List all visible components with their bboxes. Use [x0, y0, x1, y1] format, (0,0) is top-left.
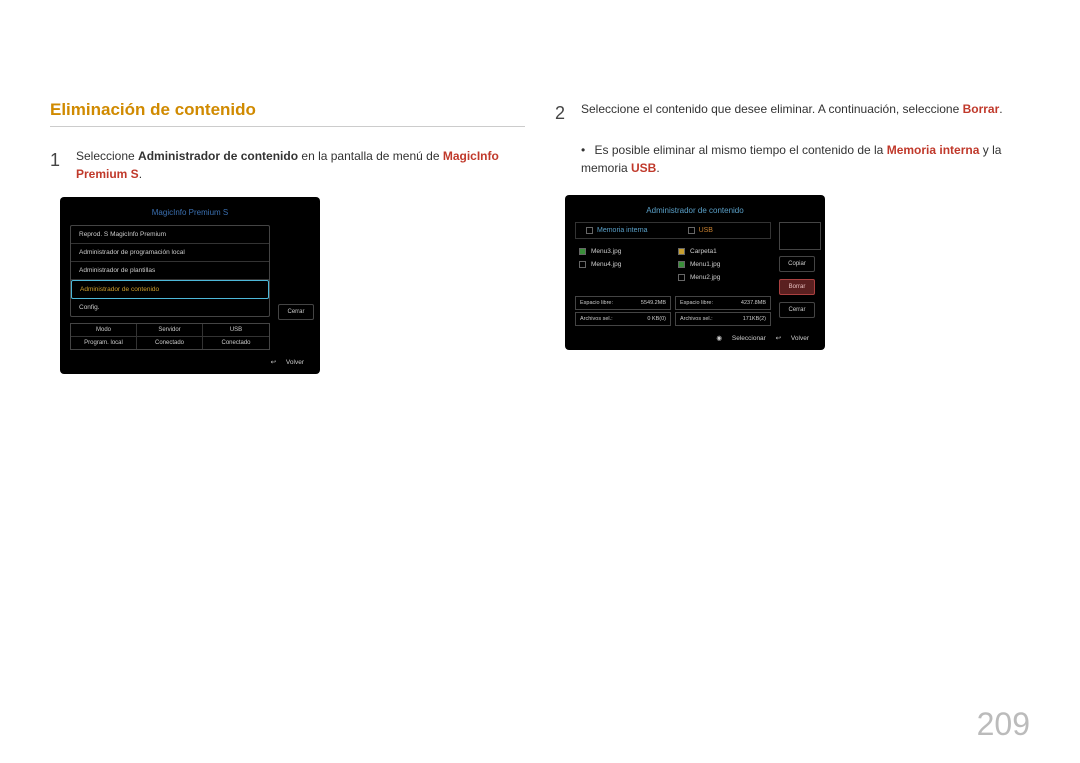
step-number: 1 — [50, 147, 64, 183]
window-title: Administrador de contenido — [571, 201, 819, 220]
screenshot-menu-magicinfo: MagicInfo Premium S Reprod. S MagicInfo … — [60, 197, 320, 374]
text: Seleccione el contenido que desee elimin… — [581, 102, 963, 116]
list-item[interactable]: Carpeta1 — [676, 245, 769, 258]
checkbox-icon — [586, 227, 593, 234]
file-name: Carpeta1 — [690, 248, 717, 255]
checkbox-icon — [688, 227, 695, 234]
copy-button[interactable]: Copiar — [779, 256, 815, 272]
menu-item[interactable]: Config. — [71, 299, 269, 316]
menu-item[interactable]: Administrador de programación local — [71, 244, 269, 262]
menu-item[interactable]: Reprod. S MagicInfo Premium — [71, 226, 269, 244]
list-item[interactable]: Menu1.jpg — [676, 258, 769, 271]
page-number: 209 — [977, 706, 1030, 743]
storage-info-row: Espacio libre:5549.2MB Espacio libre:423… — [575, 296, 771, 310]
highlight-text: USB — [631, 161, 656, 175]
status-grid: Modo Servidor USB Program. local Conecta… — [70, 323, 270, 350]
footer-bar: ◉ Seleccionar ↩ Volver — [571, 328, 819, 344]
delete-button[interactable]: Borrar — [779, 279, 815, 295]
footer-bar: ↩ Volver — [66, 352, 314, 368]
checkbox-icon — [579, 261, 586, 268]
tab-label: Memoria interna — [597, 227, 648, 234]
text: . — [999, 102, 1002, 116]
step-2-note: • Es posible eliminar al mismo tiempo el… — [581, 141, 1030, 177]
info-cell: Espacio libre:5549.2MB — [575, 296, 671, 310]
checkbox-icon — [678, 274, 685, 281]
section-heading: Eliminación de contenido — [50, 100, 525, 127]
list-item[interactable]: Menu2.jpg — [676, 271, 769, 284]
highlight-text: Borrar — [963, 102, 1000, 116]
step-2: 2 Seleccione el contenido que desee elim… — [555, 100, 1030, 127]
internal-file-list: Menu3.jpg Menu4.jpg — [577, 245, 670, 284]
text: . — [656, 161, 659, 175]
step-2-text: Seleccione el contenido que desee elimin… — [581, 100, 1003, 127]
info-cell: Archivos sel.:171KB(2) — [675, 312, 771, 326]
usb-file-list: Carpeta1 Menu1.jpg Menu2.jpg — [676, 245, 769, 284]
checkbox-checked-icon — [579, 248, 586, 255]
preview-box — [779, 222, 821, 250]
tab-internal-memory[interactable]: Memoria interna — [586, 227, 648, 234]
grid-cell: Program. local — [71, 337, 137, 349]
select-icon: ◉ — [716, 335, 722, 342]
storage-tabs: Memoria interna USB — [575, 222, 771, 239]
select-label: Seleccionar — [732, 335, 766, 342]
menu-list: Reprod. S MagicInfo Premium Administrado… — [70, 225, 270, 317]
info-cell: Archivos sel.:0 KB(0) — [575, 312, 671, 326]
info-cell: Espacio libre:4237.8MB — [675, 296, 771, 310]
grid-header: Modo — [71, 324, 137, 337]
screenshot-content-manager: Administrador de contenido Memoria inter… — [565, 195, 825, 350]
tab-usb[interactable]: USB — [688, 227, 713, 234]
tab-label: USB — [699, 227, 713, 234]
step-number: 2 — [555, 100, 569, 127]
list-item[interactable]: Menu3.jpg — [577, 245, 670, 258]
bold-text: Administrador de contenido — [138, 149, 298, 163]
list-item[interactable]: Menu4.jpg — [577, 258, 670, 271]
grid-cell: Conectado — [137, 337, 203, 349]
return-label: Volver — [791, 335, 809, 342]
file-name: Menu1.jpg — [690, 261, 720, 268]
file-name: Menu4.jpg — [591, 261, 621, 268]
return-label: Volver — [286, 359, 304, 366]
return-icon: ↩ — [271, 359, 276, 366]
close-button[interactable]: Cerrar — [779, 302, 815, 318]
file-name: Menu2.jpg — [690, 274, 720, 281]
checkbox-checked-icon — [678, 261, 685, 268]
menu-item-selected[interactable]: Administrador de contenido — [71, 280, 269, 299]
window-title: MagicInfo Premium S — [66, 203, 314, 222]
highlight-text: Memoria interna — [887, 143, 980, 157]
text: en la pantalla de menú de — [298, 149, 443, 163]
folder-icon — [678, 248, 685, 255]
grid-header: USB — [203, 324, 269, 337]
grid-cell: Conectado — [203, 337, 269, 349]
grid-header: Servidor — [137, 324, 203, 337]
file-name: Menu3.jpg — [591, 248, 621, 255]
step-1-text: Seleccione Administrador de contenido en… — [76, 147, 525, 183]
bullet-icon: • — [581, 143, 585, 157]
close-button[interactable]: Cerrar — [278, 304, 314, 320]
text: Es posible eliminar al mismo tiempo el c… — [595, 143, 887, 157]
file-lists: Menu3.jpg Menu4.jpg Carpeta1 Menu1.jpg M… — [571, 241, 775, 294]
step-1: 1 Seleccione Administrador de contenido … — [50, 147, 525, 183]
return-icon: ↩ — [776, 335, 781, 342]
text: Seleccione — [76, 149, 138, 163]
menu-item[interactable]: Administrador de plantillas — [71, 262, 269, 280]
selection-info-row: Archivos sel.:0 KB(0) Archivos sel.:171K… — [575, 312, 771, 326]
text: . — [139, 167, 142, 181]
